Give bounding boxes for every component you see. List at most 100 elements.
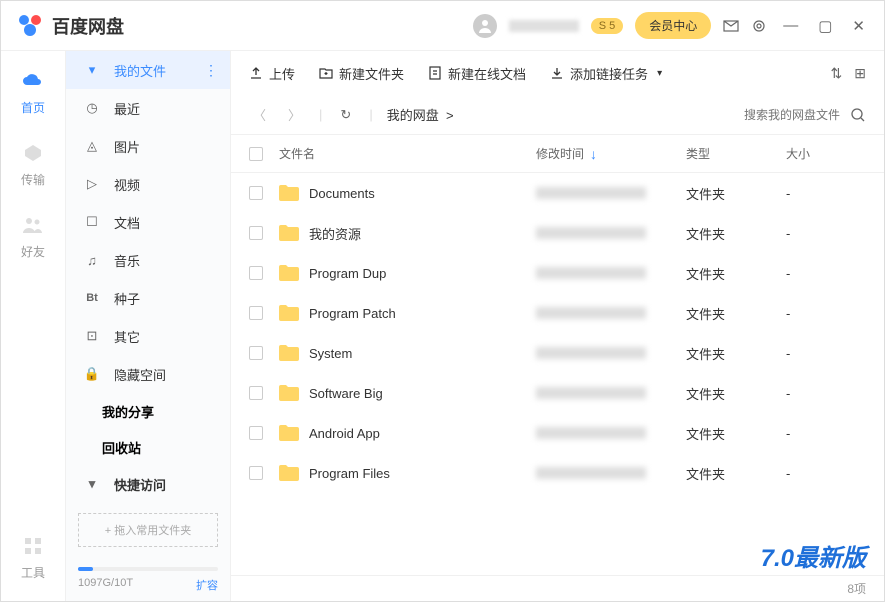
folder-icon bbox=[279, 385, 299, 401]
folder-icon bbox=[279, 345, 299, 361]
nav-home[interactable]: 首页 bbox=[21, 69, 45, 116]
sidebar-docs[interactable]: ☐文档 bbox=[66, 203, 230, 241]
new-folder-icon bbox=[319, 66, 333, 80]
sidebar-other[interactable]: ⊡其它 bbox=[66, 317, 230, 355]
file-row[interactable]: System文件夹- bbox=[231, 333, 884, 373]
file-name: Program Dup bbox=[309, 266, 386, 281]
maximize-button[interactable]: ▢ bbox=[814, 17, 836, 35]
sidebar-quick-access[interactable]: ▾快捷访问 bbox=[66, 465, 230, 503]
file-row[interactable]: Program Patch文件夹- bbox=[231, 293, 884, 333]
file-type: 文件夹 bbox=[686, 184, 786, 203]
file-row[interactable]: Software Big文件夹- bbox=[231, 373, 884, 413]
file-date-blurred bbox=[536, 267, 646, 279]
file-type: 文件夹 bbox=[686, 424, 786, 443]
nav-friends[interactable]: 好友 bbox=[21, 213, 45, 260]
sidebar-videos[interactable]: ▷视频 bbox=[66, 165, 230, 203]
row-checkbox[interactable] bbox=[249, 306, 263, 320]
nav-refresh-button[interactable]: ↻ bbox=[336, 107, 355, 123]
file-date-blurred bbox=[536, 467, 646, 479]
file-size: - bbox=[786, 386, 866, 401]
download-icon bbox=[550, 66, 564, 80]
folder-icon bbox=[279, 225, 299, 241]
col-time-header[interactable]: 修改时间↓ bbox=[536, 145, 686, 162]
caret-down-icon: ▾ bbox=[84, 62, 100, 78]
caret-down-icon: ▾ bbox=[84, 476, 100, 492]
col-type-header[interactable]: 类型 bbox=[686, 145, 786, 162]
sidebar-recycle[interactable]: 回收站 bbox=[66, 429, 230, 465]
row-checkbox[interactable] bbox=[249, 186, 263, 200]
file-name: Software Big bbox=[309, 386, 383, 401]
more-icon[interactable]: ⋮ bbox=[204, 62, 218, 79]
grid-icon bbox=[23, 536, 43, 556]
file-name: Android App bbox=[309, 426, 380, 441]
new-doc-icon bbox=[428, 66, 442, 80]
file-row[interactable]: Program Files文件夹- bbox=[231, 453, 884, 493]
add-link-task-button[interactable]: 添加链接任务▾ bbox=[550, 64, 662, 83]
nav-transfer[interactable]: 传输 bbox=[21, 141, 45, 188]
file-type: 文件夹 bbox=[686, 464, 786, 483]
new-folder-button[interactable]: 新建文件夹 bbox=[319, 64, 404, 83]
username-blurred bbox=[509, 20, 579, 32]
breadcrumb[interactable]: 我的网盘 > bbox=[387, 105, 454, 124]
sidebar-recent[interactable]: ◷最近 bbox=[66, 89, 230, 127]
sort-view-icon[interactable]: ⇅ bbox=[831, 65, 843, 82]
clock-icon: ◷ bbox=[84, 100, 100, 116]
other-icon: ⊡ bbox=[84, 328, 100, 344]
search-input[interactable] bbox=[720, 108, 840, 122]
nav-bar: 〈 〉 | ↻ | 我的网盘 > bbox=[231, 95, 884, 135]
file-row[interactable]: 我的资源文件夹- bbox=[231, 213, 884, 253]
music-icon: ♫ bbox=[84, 252, 100, 268]
row-checkbox[interactable] bbox=[249, 466, 263, 480]
new-online-doc-button[interactable]: 新建在线文档 bbox=[428, 64, 526, 83]
nav-forward-button[interactable]: 〉 bbox=[284, 105, 305, 124]
grid-view-icon[interactable]: ⊞ bbox=[854, 65, 866, 82]
storage-text: 1097G/10T bbox=[78, 577, 133, 593]
row-checkbox[interactable] bbox=[249, 226, 263, 240]
row-checkbox[interactable] bbox=[249, 346, 263, 360]
sidebar-bt[interactable]: Bt种子 bbox=[66, 279, 230, 317]
row-checkbox[interactable] bbox=[249, 266, 263, 280]
sidebar-hidden[interactable]: 🔒隐藏空间 bbox=[66, 355, 230, 393]
file-row[interactable]: Documents 文件夹- bbox=[231, 173, 884, 213]
vip-badge[interactable]: S 5 bbox=[591, 18, 624, 34]
sidebar-my-share[interactable]: 我的分享 bbox=[66, 393, 230, 429]
sidebar-my-files[interactable]: ▾ 我的文件 ⋮ bbox=[66, 51, 230, 89]
sidebar-music[interactable]: ♫音乐 bbox=[66, 241, 230, 279]
avatar[interactable] bbox=[473, 14, 497, 38]
file-date-blurred bbox=[536, 187, 646, 199]
titlebar: 百度网盘 S 5 会员中心 — ▢ ✕ bbox=[1, 1, 884, 51]
sidebar-images[interactable]: ◬图片 bbox=[66, 127, 230, 165]
logo: 百度网盘 bbox=[16, 12, 124, 40]
nav-tools[interactable]: 工具 bbox=[21, 534, 45, 581]
settings-icon[interactable] bbox=[751, 18, 767, 34]
expand-storage-link[interactable]: 扩容 bbox=[196, 577, 218, 593]
file-list: Documents文件夹-我的资源文件夹-Program Dup文件夹-Prog… bbox=[231, 173, 884, 575]
member-center-button[interactable]: 会员中心 bbox=[635, 12, 711, 39]
file-date-blurred bbox=[536, 227, 646, 239]
col-name-header[interactable]: 文件名 bbox=[279, 145, 536, 162]
close-button[interactable]: ✕ bbox=[848, 17, 869, 35]
nav-back-button[interactable]: 〈 bbox=[249, 105, 270, 124]
row-checkbox[interactable] bbox=[249, 426, 263, 440]
file-row[interactable]: Android App 文件夹- bbox=[231, 413, 884, 453]
toolbar: 上传 新建文件夹 新建在线文档 添加链接任务▾ ⇅ ⊞ bbox=[231, 51, 884, 95]
sort-arrow-icon: ↓ bbox=[590, 146, 597, 162]
item-count: 8项 bbox=[847, 580, 866, 597]
quick-drop-zone[interactable]: + 拖入常用文件夹 bbox=[78, 513, 218, 547]
select-all-checkbox[interactable] bbox=[249, 147, 263, 161]
baidu-logo-icon bbox=[16, 12, 44, 40]
search-icon[interactable] bbox=[850, 107, 866, 123]
folder-icon bbox=[279, 185, 299, 201]
sidebar: ▾ 我的文件 ⋮ ◷最近 ◬图片 ▷视频 ☐文档 ♫音乐 Bt种子 ⊡其它 🔒隐… bbox=[66, 51, 231, 601]
mail-icon[interactable] bbox=[723, 18, 739, 34]
minimize-button[interactable]: — bbox=[779, 17, 802, 34]
file-size: - bbox=[786, 226, 866, 241]
file-row[interactable]: Program Dup文件夹- bbox=[231, 253, 884, 293]
file-size: - bbox=[786, 186, 866, 201]
col-size-header[interactable]: 大小 bbox=[786, 145, 866, 162]
file-name: Documents bbox=[309, 186, 375, 201]
upload-button[interactable]: 上传 bbox=[249, 64, 295, 83]
row-checkbox[interactable] bbox=[249, 386, 263, 400]
video-icon: ▷ bbox=[84, 176, 100, 192]
file-size: - bbox=[786, 426, 866, 441]
